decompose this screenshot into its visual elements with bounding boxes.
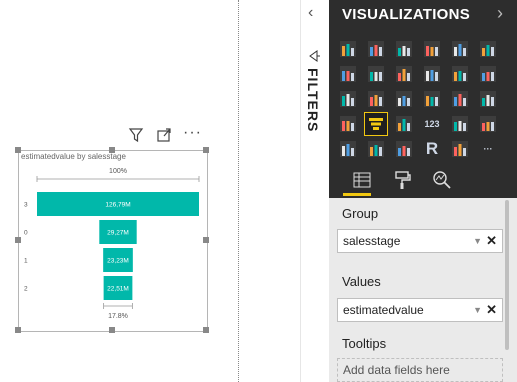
funnel-category-label: 0 (24, 230, 28, 237)
fields-tab-icon[interactable] (349, 167, 375, 193)
remove-field-icon[interactable]: ✕ (486, 233, 497, 249)
r-script-icon[interactable]: R (421, 138, 443, 160)
resize-handle[interactable] (203, 147, 209, 153)
visualizations-pane: VISUALIZATIONS › 123 R ··· Group salesstag… (329, 0, 517, 382)
remove-field-icon[interactable]: ✕ (486, 302, 497, 318)
collapse-filters-button[interactable]: ‹ (308, 4, 313, 22)
stacked-area-chart-icon[interactable] (393, 63, 415, 85)
funnel-icon[interactable] (364, 112, 388, 136)
group-field[interactable]: salesstage ▼ ✕ (337, 229, 503, 253)
clustered-column-chart-icon[interactable] (421, 38, 443, 60)
100-stacked-column-chart-icon[interactable] (477, 38, 499, 60)
expand-visualizations-button[interactable]: › (497, 3, 503, 24)
funnel-chart: 100% 126,79M 3 29,27M 0 23,23M 1 22,51M 2 17.8% (24, 168, 200, 320)
tooltips-drop-zone[interactable]: Add data fields here (337, 358, 503, 382)
top-percent-label: 100% (109, 168, 127, 175)
funnel-category-label: 2 (24, 286, 28, 293)
chevron-down-icon[interactable]: ▼ (473, 305, 482, 315)
donut-chart-icon[interactable] (421, 88, 443, 110)
group-well-label: Group (342, 206, 379, 221)
tooltips-placeholder: Add data fields here (343, 363, 450, 377)
waterfall-chart-icon[interactable] (337, 88, 359, 110)
focus-mode-icon[interactable] (156, 127, 172, 147)
resize-handle[interactable] (109, 147, 115, 153)
group-field-value: salesstage (343, 234, 401, 248)
line-chart-icon[interactable] (337, 63, 359, 85)
filter-pin-icon (309, 50, 321, 65)
resize-handle[interactable] (15, 237, 21, 243)
matrix-icon[interactable] (393, 138, 415, 160)
resize-handle[interactable] (109, 327, 115, 333)
filters-title[interactable]: FILTERS (305, 68, 321, 132)
kpi-icon[interactable] (477, 113, 499, 135)
funnel-visual[interactable]: estimatedvalue by salesstage 100% 126,79M… (18, 150, 208, 332)
active-tab-indicator (343, 193, 371, 196)
scatter-chart-icon[interactable] (365, 88, 387, 110)
tooltips-well-label: Tooltips (342, 336, 387, 351)
values-well-label: Values (342, 274, 381, 289)
stacked-bar-chart-icon[interactable] (337, 38, 359, 60)
resize-handle[interactable] (15, 327, 21, 333)
map-icon[interactable] (477, 88, 499, 110)
scrollbar[interactable] (505, 200, 509, 350)
funnel-data-label: 22,51M (107, 286, 129, 293)
card-icon[interactable]: 123 (421, 113, 443, 135)
filter-icon[interactable] (128, 127, 144, 147)
visual-header: ··· (128, 124, 208, 147)
globe-icon[interactable] (449, 138, 471, 160)
table-icon[interactable] (365, 138, 387, 160)
funnel-data-label: 29,27M (107, 230, 129, 237)
analytics-magnifier-icon[interactable] (429, 167, 455, 193)
stacked-column-chart-icon[interactable] (365, 38, 387, 60)
bottom-percent-label: 17.8% (108, 313, 128, 320)
filled-map-icon[interactable] (337, 113, 359, 135)
slicer-icon[interactable] (337, 138, 359, 160)
area-chart-icon[interactable] (365, 63, 387, 85)
line-and-stacked-column-chart-icon[interactable] (449, 63, 471, 85)
more-icon[interactable]: ··· (477, 138, 499, 160)
chevron-down-icon[interactable]: ▼ (473, 236, 482, 246)
values-field[interactable]: estimatedvalue ▼ ✕ (337, 298, 503, 322)
values-field-value: estimatedvalue (343, 303, 424, 317)
ribbon-chart-icon[interactable] (477, 63, 499, 85)
funnel-category-label: 3 (24, 202, 28, 209)
page-boundary-divider (238, 0, 239, 382)
line-and-column-chart-icon[interactable] (421, 63, 443, 85)
treemap-icon[interactable] (449, 88, 471, 110)
multi-row-card-icon[interactable] (449, 113, 471, 135)
more-options-icon[interactable]: ··· (183, 124, 202, 142)
resize-handle[interactable] (15, 147, 21, 153)
100-stacked-bar-chart-icon[interactable] (449, 38, 471, 60)
funnel-category-label: 1 (24, 258, 28, 265)
field-wells: Group salesstage ▼ ✕ Values estimatedval… (329, 198, 517, 382)
funnel-data-label: 126,79M (105, 202, 130, 209)
resize-handle[interactable] (203, 237, 209, 243)
clustered-bar-chart-icon[interactable] (393, 38, 415, 60)
gauge-icon[interactable] (393, 113, 415, 135)
visualizations-title: VISUALIZATIONS (342, 6, 471, 23)
pie-chart-icon[interactable] (393, 88, 415, 110)
format-paint-roller-icon[interactable] (389, 167, 415, 193)
report-canvas: ··· estimatedvalue by salesstage 100% 126… (0, 0, 240, 382)
filters-pane: ‹ FILTERS (300, 0, 330, 382)
funnel-data-label: 23,23M (107, 258, 129, 265)
resize-handle[interactable] (203, 327, 209, 333)
